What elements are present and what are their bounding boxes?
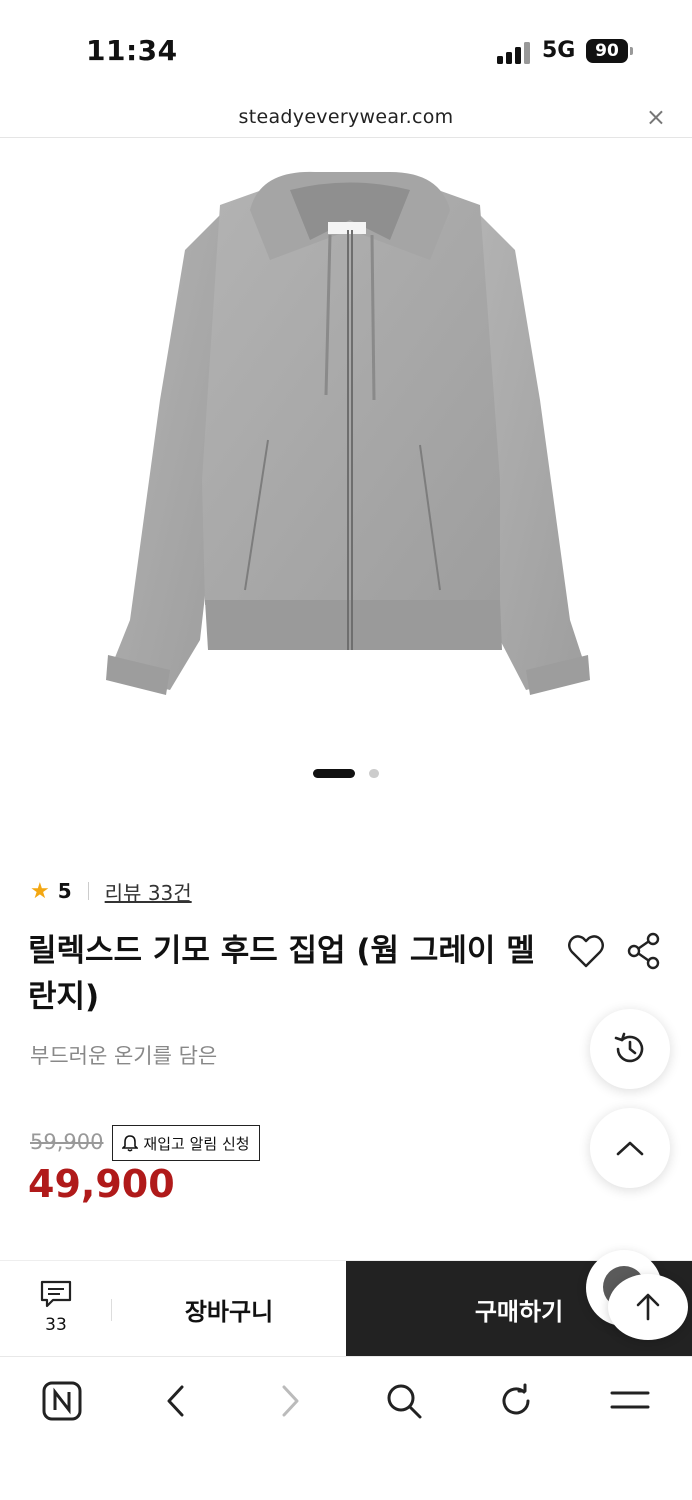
menu-icon — [610, 1391, 650, 1409]
close-icon[interactable]: × — [646, 104, 666, 130]
status-bar: 11:34 5G 90 — [0, 0, 692, 100]
battery-icon: 90 — [586, 39, 628, 63]
divider — [87, 882, 89, 900]
sale-price: 49,900 — [28, 1162, 175, 1206]
rating-score: 5 — [57, 879, 72, 903]
restock-alert-button[interactable]: 재입고 알림 신청 — [112, 1125, 260, 1161]
recent-history-button[interactable] — [590, 1009, 670, 1089]
product-image[interactable] — [90, 150, 610, 710]
product-title: 릴렉스드 기모 후드 집업 (웜 그레이 멜란지) — [28, 933, 535, 1015]
pagination-dot-active[interactable] — [313, 769, 355, 778]
menu-button[interactable] — [606, 1377, 654, 1425]
battery-nub — [630, 47, 633, 55]
search-icon — [387, 1384, 422, 1419]
refresh-icon — [502, 1383, 530, 1415]
naver-home-button[interactable] — [38, 1377, 86, 1425]
heart-icon[interactable] — [566, 932, 606, 972]
review-chat-button[interactable]: 33 — [22, 1279, 90, 1341]
add-to-cart-button[interactable]: 장바구니 — [112, 1261, 346, 1357]
pagination-dot[interactable] — [369, 769, 379, 778]
review-link[interactable]: 리뷰 33건 — [105, 877, 192, 906]
star-icon: ★ — [30, 878, 50, 904]
history-icon — [614, 1032, 644, 1063]
chat-icon — [40, 1280, 72, 1308]
scroll-top-button[interactable] — [608, 1274, 688, 1340]
network-type: 5G — [542, 38, 576, 63]
signal-icon — [497, 42, 533, 64]
bell-icon — [122, 1135, 139, 1152]
search-button[interactable] — [380, 1377, 428, 1425]
url-bar[interactable]: steadyeverywear.com × — [0, 100, 692, 138]
image-pagination — [0, 768, 692, 780]
url-domain[interactable]: steadyeverywear.com — [0, 106, 692, 128]
browser-toolbar — [0, 1356, 692, 1500]
restock-label: 재입고 알림 신청 — [143, 1134, 250, 1153]
scroll-up-button[interactable] — [590, 1108, 670, 1188]
original-price: 59,900 — [30, 1130, 104, 1154]
back-icon — [167, 1385, 184, 1417]
status-time: 11:34 — [86, 34, 178, 67]
share-icon[interactable] — [626, 932, 662, 970]
forward-button[interactable] — [266, 1377, 314, 1425]
refresh-button[interactable] — [493, 1377, 541, 1425]
product-subtitle: 부드러운 온기를 담은 — [30, 1044, 218, 1068]
rating-row: ★ 5 리뷰 33건 — [30, 876, 192, 906]
chat-count: 33 — [45, 1315, 67, 1335]
chevron-up-icon — [616, 1141, 644, 1156]
naver-icon — [42, 1381, 82, 1421]
back-button[interactable] — [152, 1377, 200, 1425]
arrow-up-icon — [636, 1293, 660, 1321]
forward-icon — [282, 1385, 299, 1417]
